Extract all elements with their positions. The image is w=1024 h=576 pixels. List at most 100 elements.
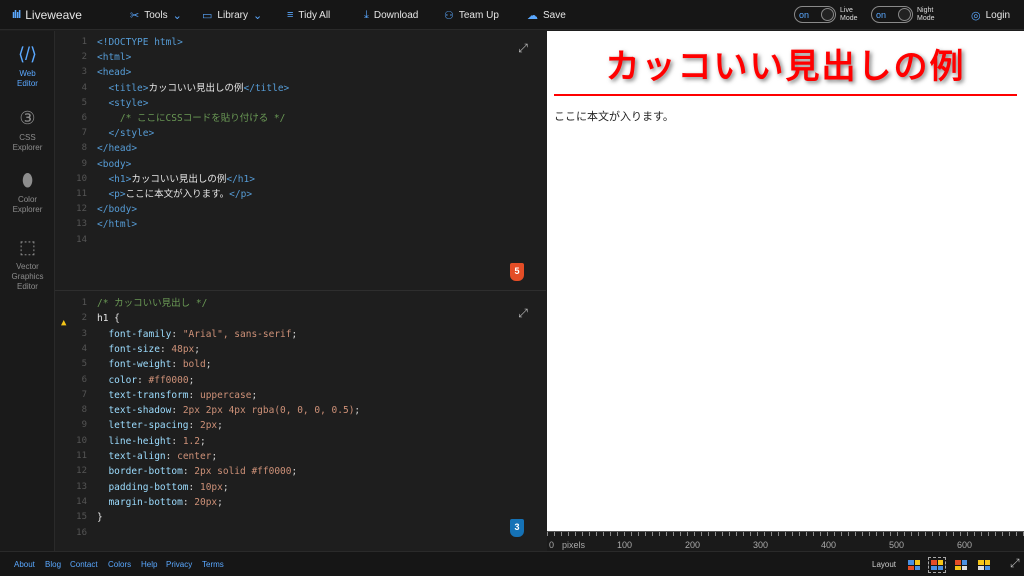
toggle-knob bbox=[898, 8, 911, 21]
team-up-button[interactable]: ⚇ Team Up bbox=[444, 0, 499, 30]
ruler-tick bbox=[743, 532, 744, 536]
line-number: 6 bbox=[81, 374, 87, 385]
code-line: 5 <style> bbox=[55, 96, 546, 111]
ruler-tick bbox=[750, 532, 751, 536]
fullscreen-icon[interactable]: ⤢ bbox=[1010, 556, 1020, 571]
code-text: border-bottom: 2px solid #ff0000; bbox=[108, 466, 298, 478]
sidebar-item-web-editor[interactable]: ⟨/⟩ Web Editor bbox=[0, 43, 55, 89]
sidebar-label: Editor bbox=[17, 282, 38, 291]
live-mode-toggle[interactable]: on bbox=[794, 6, 836, 23]
ruler-tick bbox=[554, 532, 555, 536]
footer: About Blog Contact Colors Help Privacy T… bbox=[0, 551, 1024, 576]
night-label-line1: Night bbox=[917, 7, 934, 14]
ruler-tick bbox=[960, 532, 961, 536]
code-text: <head> bbox=[97, 65, 131, 80]
html-file-icon: ⟨/⟩ bbox=[17, 44, 38, 64]
footer-link-colors[interactable]: Colors bbox=[108, 560, 131, 569]
line-number: 8 bbox=[81, 405, 87, 416]
footer-link-privacy[interactable]: Privacy bbox=[166, 560, 192, 569]
css-property: border-bottom bbox=[108, 466, 183, 478]
line-number: 3 bbox=[81, 328, 87, 339]
ruler-tick bbox=[764, 532, 765, 536]
ruler-label: 500 bbox=[889, 540, 905, 550]
footer-link-terms[interactable]: Terms bbox=[202, 560, 224, 569]
layout-option-4-icon[interactable] bbox=[978, 560, 990, 570]
css-selector: h1 { bbox=[97, 313, 120, 325]
ruler-label: 200 bbox=[685, 540, 701, 550]
code-line: 7 </style> bbox=[55, 126, 546, 141]
save-button[interactable]: ☁ Save bbox=[527, 0, 566, 30]
css-editor[interactable]: 1 /* カッコいい見出し */ 2 h1 {3 font-family: "Aria… bbox=[55, 292, 546, 550]
footer-link-contact[interactable]: Contact bbox=[70, 560, 98, 569]
ruler-tick bbox=[694, 532, 695, 536]
ruler-tick bbox=[715, 532, 716, 536]
layout-option-2-icon[interactable] bbox=[928, 557, 946, 573]
css-value: "Arial", sans-serif bbox=[182, 328, 292, 340]
html-editor[interactable]: 1 <!DOCTYPE html> 2 <html> 3 <head> 4 <title>カ… bbox=[55, 31, 546, 291]
code-text: padding-bottom: 10px; bbox=[108, 481, 229, 493]
line-number: 1 bbox=[81, 37, 87, 47]
night-mode-toggle[interactable]: on bbox=[871, 6, 913, 23]
ruler-tick bbox=[666, 532, 667, 536]
ruler-tick bbox=[736, 532, 737, 536]
ruler-tick bbox=[953, 532, 954, 536]
ruler-tick bbox=[785, 532, 786, 536]
code-line: 5 font-weight: bold; bbox=[55, 357, 546, 372]
expand-icon[interactable]: ⤢ bbox=[516, 41, 530, 55]
library-icon: ▭ bbox=[202, 9, 213, 22]
ruler-tick bbox=[932, 532, 933, 536]
download-button[interactable]: ⤓ Download bbox=[364, 0, 418, 30]
css3-badge-icon: 3 bbox=[510, 519, 524, 537]
expand-icon[interactable]: ⤢ bbox=[516, 306, 530, 320]
line-number: 4 bbox=[81, 343, 87, 354]
line-number: 10 bbox=[76, 173, 87, 184]
download-icon: ⤓ bbox=[364, 8, 369, 21]
footer-link-blog[interactable]: Blog bbox=[45, 560, 61, 569]
top-toolbar: ılıl Liveweave ✂ Tools ⌄ ▭ Library ⌄ ≡ T… bbox=[0, 0, 1024, 30]
login-button[interactable]: ◎ Login bbox=[971, 0, 1010, 30]
tidy-label: Tidy All bbox=[298, 9, 331, 21]
sidebar-item-vector-graphics-editor[interactable]: ⬚ Vector Graphics Editor bbox=[0, 236, 55, 292]
code-line: 4 <title>カッコいい見出しの例</title> bbox=[55, 81, 546, 96]
code-content: カッコいい見出しの例 bbox=[148, 82, 244, 94]
css-property: text-transform bbox=[108, 389, 189, 401]
library-menu-button[interactable]: ▭ Library ⌄ bbox=[202, 0, 262, 30]
ruler-tick bbox=[974, 532, 975, 536]
ruler-label: 300 bbox=[753, 540, 769, 550]
tools-menu-button[interactable]: ✂ Tools ⌄ bbox=[130, 0, 182, 30]
code-text: } bbox=[97, 510, 103, 525]
layout-label: Layout bbox=[872, 560, 897, 569]
line-number: 12 bbox=[76, 204, 87, 215]
ruler-tick bbox=[652, 532, 653, 536]
tools-label: Tools bbox=[144, 9, 168, 21]
layout-option-1-icon[interactable] bbox=[908, 560, 920, 570]
code-text: font-size: 48px; bbox=[108, 343, 201, 355]
code-text: <style> bbox=[97, 96, 148, 111]
ruler-tick bbox=[897, 532, 898, 536]
sidebar-item-css-explorer[interactable]: ③ CSS Explorer bbox=[0, 107, 55, 153]
line-number: 2 bbox=[81, 313, 87, 324]
ruler-tick bbox=[911, 532, 912, 536]
code-line: 11 <p>ここに本文が入ります。</p> bbox=[55, 187, 546, 202]
code-text: <html> bbox=[97, 50, 131, 65]
droplet-icon: ⬮ bbox=[21, 170, 34, 190]
sidebar-item-color-explorer[interactable]: ⬮ Color Explorer bbox=[0, 169, 55, 215]
line-number: 11 bbox=[76, 451, 87, 461]
footer-link-about[interactable]: About bbox=[14, 560, 35, 569]
footer-link-help[interactable]: Help bbox=[141, 560, 157, 569]
sidebar-label: CSS bbox=[19, 133, 36, 142]
layout-option-3-icon[interactable] bbox=[955, 560, 967, 570]
code-text: text-align: center; bbox=[108, 451, 218, 462]
code-tag: <head> bbox=[97, 67, 132, 79]
ruler-tick bbox=[582, 532, 583, 536]
ruler-tick bbox=[757, 532, 758, 536]
ruler-tick bbox=[1009, 532, 1010, 536]
ruler-tick bbox=[841, 532, 842, 536]
code-line: 15} bbox=[55, 510, 546, 525]
library-label: Library bbox=[217, 9, 248, 21]
app-logo[interactable]: ılıl Liveweave bbox=[12, 0, 82, 30]
ruler-label: 600 bbox=[957, 540, 973, 550]
ruler-tick bbox=[848, 532, 849, 536]
tidy-all-button[interactable]: ≡ Tidy All bbox=[287, 0, 330, 30]
team-label: Team Up bbox=[458, 9, 499, 21]
